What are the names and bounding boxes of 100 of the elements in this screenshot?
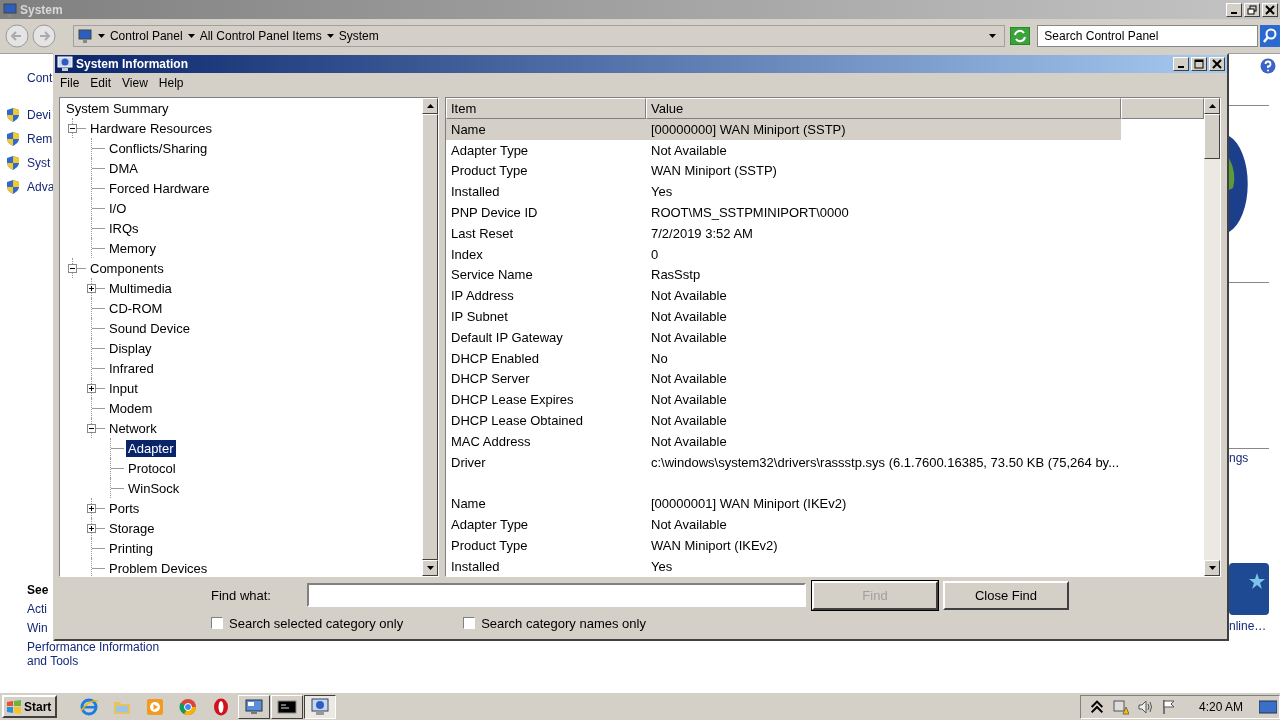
restore-button[interactable] — [1244, 2, 1260, 17]
breadcrumb-item[interactable]: All Control Panel Items — [199, 29, 322, 43]
menu-item[interactable]: File — [60, 76, 80, 90]
speaker-icon[interactable] — [1136, 698, 1153, 715]
refresh-icon[interactable] — [1010, 27, 1031, 45]
column-header[interactable]: Value — [646, 98, 1121, 119]
breadcrumb-item[interactable]: System — [338, 29, 379, 43]
tree-item[interactable]: CD-ROM — [107, 299, 165, 317]
settings-link[interactable]: ngs — [1229, 451, 1249, 465]
dropdown-caret-icon[interactable] — [989, 34, 997, 38]
find-button[interactable]: Close Find — [943, 580, 1069, 610]
tree-item[interactable]: IRQs — [107, 219, 141, 237]
tree-item[interactable]: Components — [88, 259, 166, 277]
checkbox-label[interactable]: Search selected category only — [229, 615, 404, 631]
tree-item[interactable]: Infrared — [107, 359, 156, 377]
tree-item[interactable]: Conflicts/Sharing — [107, 139, 210, 157]
restore-icon — [1247, 4, 1257, 15]
scrollbar[interactable] — [1204, 98, 1220, 576]
scroll-down-icon[interactable] — [1208, 566, 1216, 570]
task-link[interactable]: Adva — [27, 180, 55, 194]
scroll-thumb[interactable] — [1204, 114, 1220, 159]
table-cell-text: ROOT\MS_SSTPMINIPORT\0000 — [650, 204, 850, 223]
tree-item[interactable]: Problem Devices — [107, 559, 210, 576]
tree-item[interactable]: Display — [107, 339, 154, 357]
scroll-up-icon[interactable] — [1208, 104, 1216, 108]
menu-item[interactable]: Help — [158, 76, 184, 90]
menu-item[interactable]: Edit — [90, 76, 112, 90]
tree-item[interactable]: Hardware Resources — [88, 119, 215, 137]
scroll-down-icon[interactable] — [426, 566, 434, 570]
task-link[interactable]: Devi — [27, 108, 51, 122]
caret-icon[interactable] — [187, 34, 195, 38]
monitor-icon — [76, 28, 93, 44]
table-cell-text: 0 — [650, 245, 660, 264]
task-link[interactable]: Rem — [27, 132, 53, 146]
tree-item[interactable]: Modem — [107, 399, 155, 417]
help-icon[interactable] — [1260, 58, 1276, 74]
expand-toggle[interactable] — [87, 423, 96, 433]
minimize-icon — [1178, 66, 1184, 68]
search-icon[interactable] — [1260, 25, 1280, 47]
tree-item[interactable]: Sound Device — [107, 319, 192, 337]
table-cell-text: Yes — [650, 183, 674, 202]
see-also-link[interactable]: Performance Information and Tools — [27, 640, 177, 668]
breadcrumb-item[interactable]: Control Panel — [109, 29, 183, 43]
tree-item[interactable]: Forced Hardware — [107, 179, 212, 197]
table-cell-text: No — [650, 349, 669, 368]
table-cell-text: Not Available — [650, 141, 728, 160]
caret-icon[interactable] — [326, 34, 334, 38]
window-title: System — [20, 2, 63, 17]
table-cell-text: Driver — [450, 453, 487, 472]
expand-toggle[interactable] — [68, 123, 77, 133]
online-link[interactable]: nline… — [1229, 619, 1267, 633]
checkbox[interactable] — [463, 617, 476, 629]
checkbox-label[interactable]: Search category names only — [481, 615, 646, 631]
tree-item[interactable]: Multimedia — [107, 279, 174, 297]
tree-item[interactable]: Adapter — [126, 439, 176, 457]
tree-item[interactable]: Printing — [107, 539, 156, 557]
tree-item[interactable]: Storage — [107, 519, 157, 537]
column-header[interactable]: Item — [446, 98, 646, 119]
maximize-button[interactable] — [1191, 57, 1207, 71]
start-button[interactable]: Start — [2, 695, 58, 718]
show-desktop-icon[interactable] — [1259, 698, 1277, 715]
tree-item[interactable]: System Summary — [64, 99, 171, 117]
expand-toggle[interactable] — [87, 503, 96, 513]
address-bar[interactable]: Control Panel All Control Panel Items System — [72, 25, 1006, 47]
network-warning-icon[interactable] — [1112, 698, 1129, 715]
clock[interactable]: 4:20 AM — [1198, 699, 1243, 714]
taskbar-app[interactable] — [304, 694, 337, 719]
find-field[interactable] — [307, 583, 806, 607]
table-cell-text: DHCP Lease Obtained — [450, 412, 584, 431]
caret-icon[interactable] — [97, 34, 105, 38]
menu-item[interactable]: View — [122, 76, 148, 90]
table-cell-text: Not Available — [650, 328, 728, 347]
table-cell-text: c:\windows\system32\drivers\rassstp.sys (6.1.7600.16385, 73.50 KB (75,264 by... — [650, 453, 1120, 472]
task-link[interactable]: Syst — [27, 156, 51, 170]
minimize-button[interactable] — [1226, 2, 1242, 17]
tree-item[interactable]: Memory — [107, 239, 158, 257]
table-cell-text: Not Available — [650, 432, 728, 451]
tree-item[interactable]: Ports — [107, 499, 142, 517]
tree-item[interactable]: I/O — [107, 199, 129, 217]
search-field[interactable]: Search Control Panel — [1037, 25, 1258, 47]
tree-item[interactable]: DMA — [107, 159, 140, 177]
expand-toggle[interactable] — [87, 383, 96, 393]
tree-item[interactable]: WinSock — [126, 479, 182, 497]
close-button[interactable] — [1209, 57, 1225, 71]
logo-icon — [1229, 563, 1269, 615]
tree-item[interactable]: Protocol — [126, 459, 178, 477]
expand-toggle[interactable] — [68, 263, 77, 273]
expand-toggle[interactable] — [87, 523, 96, 533]
close-button[interactable] — [1262, 2, 1278, 17]
flag-icon[interactable] — [1160, 698, 1177, 715]
scroll-up-icon[interactable] — [426, 104, 434, 108]
table-cell-text: Not Available — [650, 391, 728, 410]
windows-logo-icon — [6, 698, 22, 715]
tree-item[interactable]: Network — [107, 419, 159, 437]
expand-toggle[interactable] — [87, 283, 96, 293]
column-header[interactable] — [1121, 98, 1204, 119]
tree-item[interactable]: Input — [107, 379, 140, 397]
minimize-button[interactable] — [1173, 57, 1189, 71]
checkbox[interactable] — [211, 617, 223, 629]
chevron-up-icon[interactable] — [1088, 698, 1105, 715]
